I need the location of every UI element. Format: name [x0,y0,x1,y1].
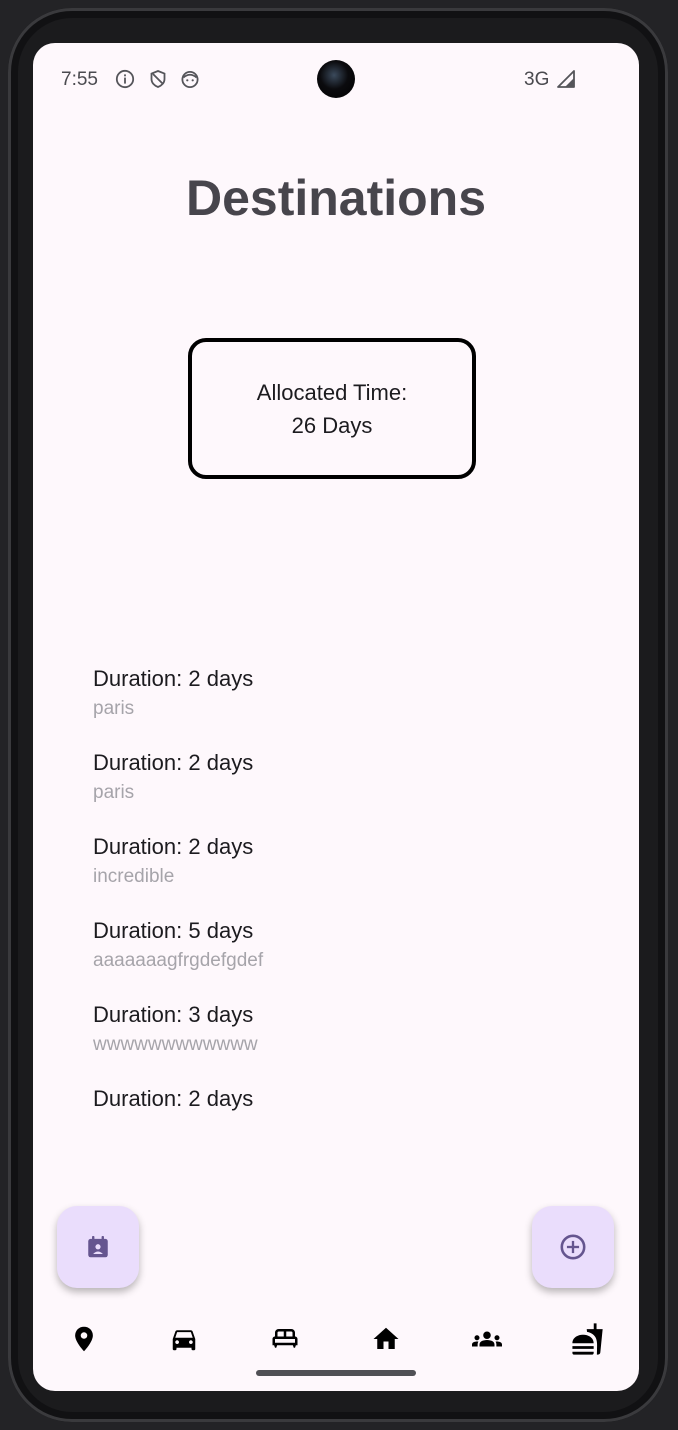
destination-duration: Duration: 2 days [93,1086,254,1111]
destination-duration: Duration: 2 days [93,666,254,691]
android-face-icon [181,71,199,88]
list-item[interactable]: Duration: 2 days paris [93,663,613,747]
destination-duration: Duration: 2 days [93,834,254,859]
page-title: Destinations [185,170,487,226]
nav-item-home[interactable] [366,1319,406,1359]
home-icon [373,1327,399,1349]
list-item[interactable]: Duration: 2 days paris [93,747,613,831]
allocated-time-label: Allocated Time: [256,379,408,405]
car-icon [172,1330,196,1351]
home-indicator[interactable] [256,1370,416,1376]
destination-name: incredible [93,866,175,887]
list-item[interactable]: Duration: 5 days aaaaaaagfrgdefgdef [93,915,613,999]
nav-item-destinations[interactable] [64,1319,104,1359]
device: 7:55 3G Destinations Allocated Time: 26 … [0,0,678,1430]
list-item[interactable]: Duration: 2 days [93,1083,613,1167]
destination-name: aaaaaaagfrgdefgdef [93,950,264,971]
signal-icon [557,70,575,88]
status-time: 7:55 [61,69,98,90]
allocated-time-value: 26 Days [291,412,373,438]
destination-duration: Duration: 2 days [93,750,254,775]
network-type: 3G [524,69,550,90]
screen: 7:55 3G Destinations Allocated Time: 26 … [33,43,639,1391]
add-fab-button[interactable] [532,1206,614,1288]
list-item[interactable]: Duration: 3 days wwwwwwwwwwww [93,999,613,1083]
destination-name: paris [93,698,135,719]
allocated-time-card: Allocated Time: 26 Days [188,338,476,479]
front-camera [317,60,355,98]
nav-item-lodging[interactable] [265,1319,305,1359]
destination-name: paris [93,782,135,803]
calendar-person-icon [88,1235,108,1258]
bottom-nav [33,1315,639,1363]
list-item[interactable]: Duration: 2 days incredible [93,831,613,915]
destination-name: wwwwwwwwwwww [93,1034,258,1055]
destination-list: Duration: 2 days paris Duration: 2 days … [93,663,613,1167]
bed-icon [272,1329,298,1348]
add-circle-icon [560,1234,586,1260]
nav-item-transport[interactable] [164,1319,204,1359]
info-icon [115,69,135,89]
destination-duration: Duration: 3 days [93,1002,254,1027]
food-icon [572,1323,603,1355]
group-icon [472,1331,502,1347]
location-pin-icon [75,1326,93,1352]
nav-item-group[interactable] [467,1319,507,1359]
status-bar: 7:55 3G [33,43,639,115]
shield-icon [150,70,166,88]
calendar-fab-button[interactable] [57,1206,139,1288]
destination-duration: Duration: 5 days [93,918,254,943]
nav-item-food[interactable] [568,1319,608,1359]
